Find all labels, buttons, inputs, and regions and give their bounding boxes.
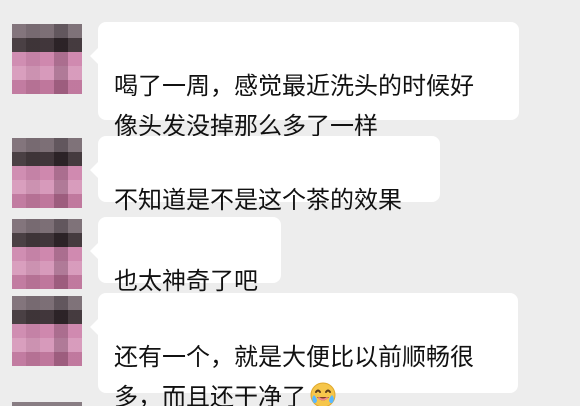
message-bubble[interactable]: 喝了一周，感觉最近洗头的时候好 像头发没掉那么多了一样 xyxy=(90,22,519,140)
message-bubble[interactable]: 还有一个，就是大便比以前顺畅很 多，而且还干净了 xyxy=(90,293,518,406)
message-text: 喝了一周，感觉最近洗头的时候好 像头发没掉那么多了一样 xyxy=(114,72,474,140)
message-text: 还有一个，就是大便比以前顺畅很 多，而且还干净了 xyxy=(114,343,474,406)
avatar[interactable] xyxy=(12,24,82,94)
avatar[interactable] xyxy=(12,296,82,366)
message-bubble[interactable]: 不知道是不是这个茶的效果 xyxy=(90,136,440,214)
avatar[interactable] xyxy=(12,219,82,289)
message-bubble[interactable]: 也太神奇了吧 xyxy=(90,217,281,295)
message-text: 也太神奇了吧 xyxy=(114,267,258,295)
avatar[interactable] xyxy=(12,138,82,208)
chat-thread: 喝了一周，感觉最近洗头的时候好 像头发没掉那么多了一样 不知道是不是这个茶的效果… xyxy=(0,0,580,406)
laughing-tears-icon xyxy=(308,380,338,406)
message-text: 不知道是不是这个茶的效果 xyxy=(114,186,402,214)
avatar[interactable] xyxy=(12,402,82,406)
